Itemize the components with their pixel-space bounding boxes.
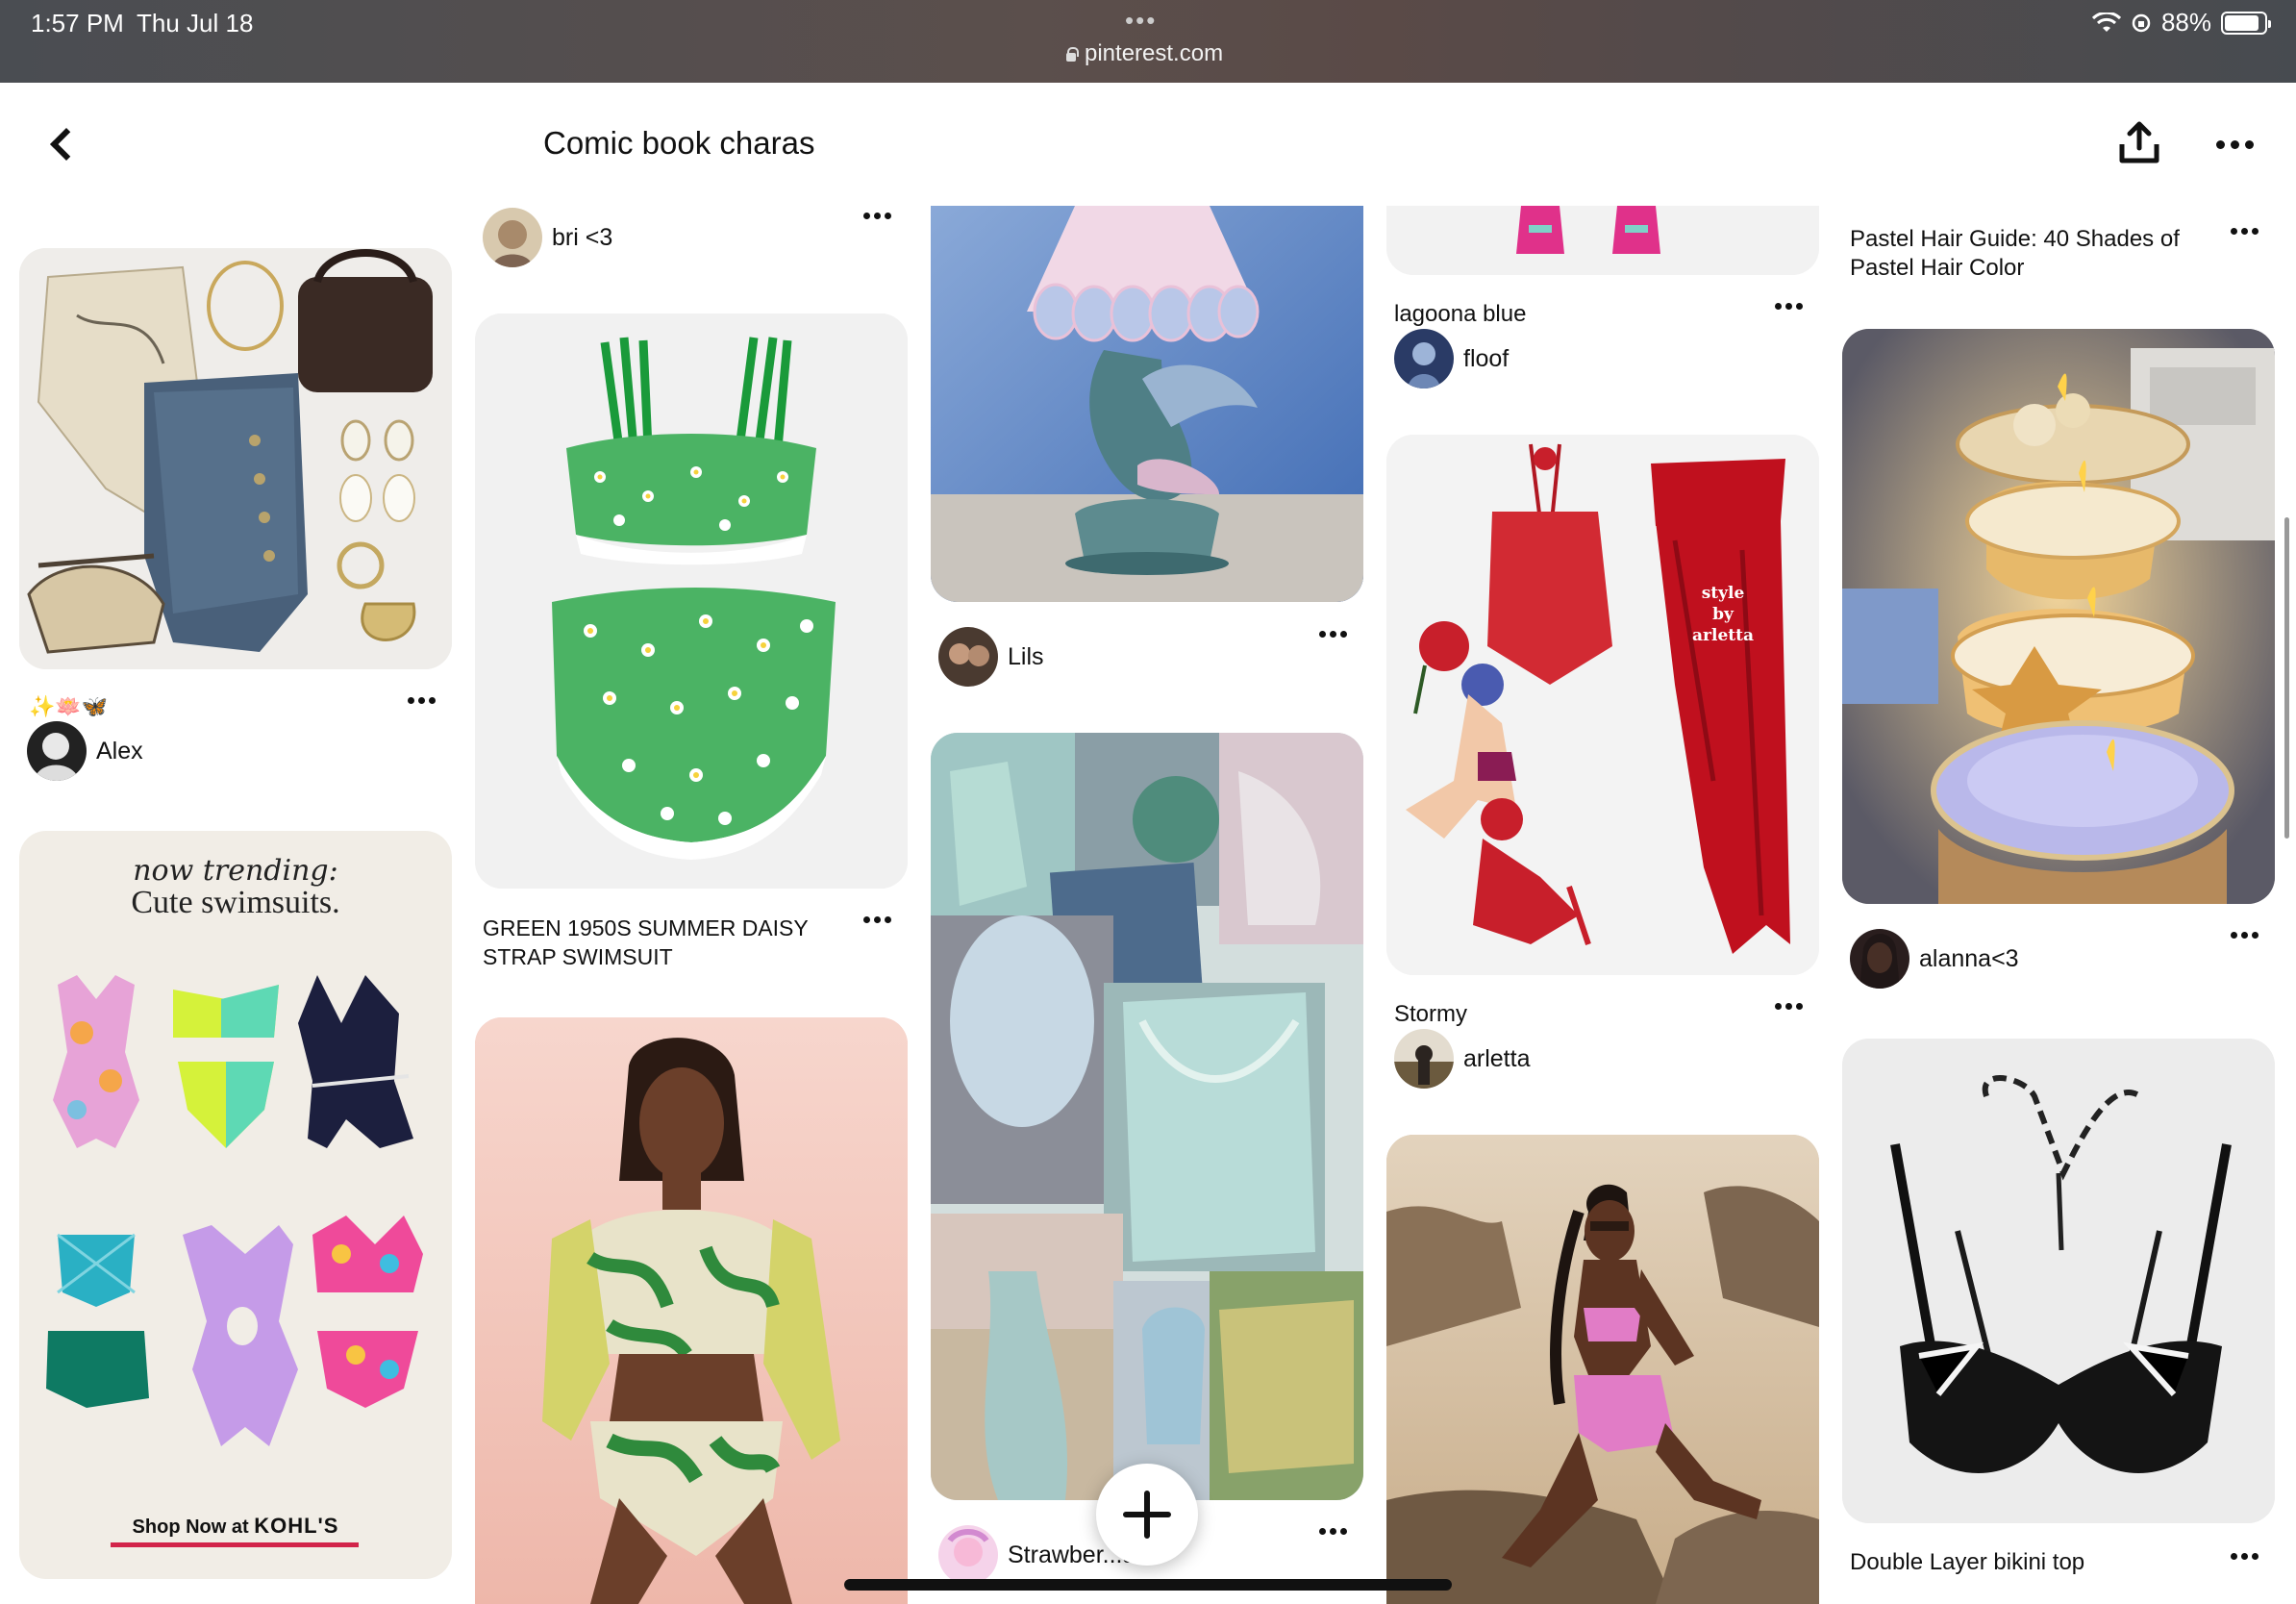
pin-image-seashell-candle[interactable]: [1842, 329, 2275, 904]
pin-image-tropical-swimsuit[interactable]: [475, 1017, 908, 1604]
creator-name: Alex: [96, 737, 143, 764]
avatar: [1394, 329, 1454, 388]
status-time: 1:57 PM: [31, 9, 124, 38]
pin-more-button[interactable]: [858, 204, 896, 227]
battery-icon: [2221, 11, 2271, 35]
creator-name: Lils: [1008, 642, 1044, 670]
creator-name: alanna<3: [1919, 944, 2019, 972]
wifi-icon: [2091, 12, 2121, 32]
lock-icon: [1065, 46, 1079, 62]
pin-more-button[interactable]: [1769, 294, 1808, 317]
avatar: [483, 208, 542, 267]
create-pin-button[interactable]: [1096, 1464, 1198, 1566]
home-indicator[interactable]: [844, 1579, 1452, 1591]
status-indicators: 88%: [2091, 8, 2271, 38]
chevron-left-icon: [50, 128, 83, 161]
pin-image-mermaid-collage[interactable]: [931, 733, 1363, 1500]
pin-ad-kohls[interactable]: now trending: Cute swimsuits. Shop Now a…: [19, 831, 452, 1579]
address-bar[interactable]: pinterest.com: [1065, 40, 1223, 67]
pin-image-pink-shoes[interactable]: [1386, 206, 1819, 275]
avatar: [938, 627, 998, 687]
battery-percent: 88%: [2160, 8, 2211, 37]
avatar: [938, 1525, 998, 1585]
pin-more-button[interactable]: [1769, 994, 1808, 1017]
creator-name: arletta: [1463, 1044, 1531, 1072]
board-header: Comic book charas: [0, 83, 2296, 206]
pin-more-button[interactable]: [2225, 1544, 2263, 1567]
pin-image-beach-pink-swimsuit[interactable]: [1386, 1135, 1819, 1604]
pin-title[interactable]: Double Layer bikini top: [1850, 1548, 2084, 1577]
pin-more-button[interactable]: [858, 908, 896, 931]
share-button[interactable]: [2115, 119, 2163, 167]
pin-title[interactable]: Pastel Hair Guide: 40 Shades of Pastel H…: [1850, 225, 2215, 283]
pin-more-button[interactable]: [1313, 622, 1352, 645]
pin-emoji-caption: ✨🪷🦋: [29, 694, 109, 718]
pin-title[interactable]: lagoona blue: [1394, 300, 1526, 329]
ad-cta-text: Shop Now at: [132, 1516, 249, 1538]
avatar: [1394, 1029, 1454, 1089]
pin-more-button[interactable]: [2225, 219, 2263, 242]
pin-title[interactable]: Stormy: [1394, 1000, 1467, 1029]
creator-name: bri <3: [552, 223, 613, 251]
scroll-indicator[interactable]: [2284, 517, 2289, 839]
orientation-lock-icon: [2132, 13, 2151, 32]
board-more-button[interactable]: [2211, 125, 2258, 163]
pin-creator[interactable]: bri <3: [483, 208, 612, 267]
watermark-text: style by arletta: [1692, 584, 1754, 645]
pin-more-button[interactable]: [2225, 923, 2263, 946]
kohls-logo: KOHL'S: [254, 1514, 339, 1538]
ad-cta[interactable]: Shop Now at KOHL'S: [19, 1514, 452, 1539]
pin-more-button[interactable]: [1313, 1519, 1352, 1542]
avatar: [27, 721, 87, 781]
status-date: Thu Jul 18: [137, 9, 254, 38]
pin-image-red-outfit[interactable]: style by arletta: [1386, 435, 1819, 975]
creator-name: floof: [1463, 344, 1510, 372]
back-button[interactable]: [35, 117, 88, 171]
pin-creator[interactable]: Alex: [27, 721, 143, 781]
pin-creator[interactable]: arletta: [1394, 1029, 1530, 1089]
url-text: pinterest.com: [1085, 40, 1224, 66]
pin-image-green-swimsuit[interactable]: [475, 313, 908, 889]
plus-icon: [1123, 1491, 1171, 1539]
pin-title[interactable]: GREEN 1950S SUMMER DAISY STRAP SWIMSUIT: [483, 914, 848, 971]
pin-more-button[interactable]: [402, 689, 440, 712]
pin-creator[interactable]: floof: [1394, 329, 1509, 388]
pin-image-outfit-collage[interactable]: [19, 248, 452, 669]
board-title: Comic book charas: [543, 125, 815, 161]
avatar: [1850, 929, 1909, 989]
pin-image-mermaid-lamp[interactable]: [931, 206, 1363, 602]
multitasking-dots-icon[interactable]: •••: [1125, 6, 1157, 36]
pin-image-bikini-top[interactable]: [1842, 1039, 2275, 1523]
status-bar: 1:57 PM Thu Jul 18 ••• pinterest.com 88%: [0, 0, 2296, 83]
pin-creator[interactable]: Lils: [938, 627, 1044, 687]
pin-creator[interactable]: alanna<3: [1850, 929, 2019, 989]
